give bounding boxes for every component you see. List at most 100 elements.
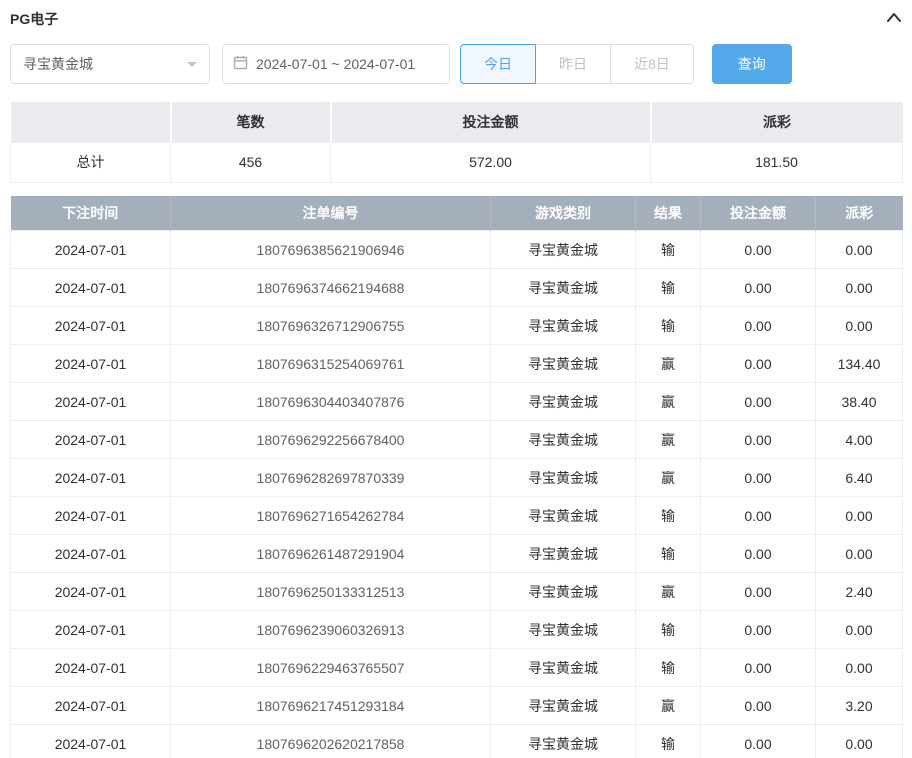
- summary-header-count: 笔数: [171, 102, 331, 142]
- bet-amount-cell: 0.00: [701, 383, 816, 421]
- table-row: 2024-07-011807696229463765507寻宝黄金城输0.000…: [11, 649, 903, 687]
- page-title: PG电子: [10, 9, 58, 29]
- summary-total-row: 总计 456 572.00 181.50: [11, 142, 903, 182]
- result-cell: 赢: [636, 421, 701, 459]
- order-number-cell: 1807696229463765507: [171, 649, 491, 687]
- summary-header-empty: [11, 102, 171, 142]
- bet-time-cell: 2024-07-01: [11, 573, 171, 611]
- order-number-cell: 1807696326712906755: [171, 307, 491, 345]
- table-row: 2024-07-011807696374662194688寻宝黄金城输0.000…: [11, 269, 903, 307]
- result-cell: 赢: [636, 687, 701, 725]
- summary-header-bet-amount: 投注金额: [331, 102, 651, 142]
- order-number-cell: 1807696374662194688: [171, 269, 491, 307]
- today-button[interactable]: 今日: [460, 44, 536, 84]
- summary-count-value: 456: [171, 142, 331, 182]
- game-select[interactable]: 寻宝黄金城: [10, 44, 210, 84]
- table-row: 2024-07-011807696315254069761寻宝黄金城赢0.001…: [11, 345, 903, 383]
- payout-cell: 0.00: [816, 725, 903, 758]
- payout-cell: 38.40: [816, 383, 903, 421]
- bet-amount-cell: 0.00: [701, 459, 816, 497]
- bet-amount-cell: 0.00: [701, 573, 816, 611]
- bet-amount-cell: 0.00: [701, 535, 816, 573]
- quick-date-button-group: 今日 昨日 近8日: [460, 44, 694, 84]
- bet-amount-cell: 0.00: [701, 421, 816, 459]
- summary-total-label: 总计: [11, 142, 171, 182]
- game-type-cell: 寻宝黄金城: [491, 231, 636, 269]
- game-type-cell: 寻宝黄金城: [491, 383, 636, 421]
- date-range-picker[interactable]: 2024-07-01 ~ 2024-07-01: [222, 44, 450, 84]
- bet-time-cell: 2024-07-01: [11, 269, 171, 307]
- summary-header-payout: 派彩: [651, 102, 903, 142]
- bet-amount-cell: 0.00: [701, 345, 816, 383]
- game-type-cell: 寻宝黄金城: [491, 345, 636, 383]
- payout-cell: 0.00: [816, 307, 903, 345]
- order-number-cell: 1807696271654262784: [171, 497, 491, 535]
- chevron-up-icon: [886, 10, 902, 28]
- bet-records-table: 下注时间注单编号游戏类别结果投注金额派彩 2024-07-01180769638…: [10, 196, 903, 758]
- game-select-value: 寻宝黄金城: [23, 54, 93, 74]
- payout-cell: 6.40: [816, 459, 903, 497]
- summary-header-row: 笔数 投注金额 派彩: [11, 102, 903, 142]
- bet-time-cell: 2024-07-01: [11, 383, 171, 421]
- order-number-cell: 1807696202620217858: [171, 725, 491, 758]
- payout-cell: 0.00: [816, 497, 903, 535]
- summary-payout-value: 181.50: [651, 142, 903, 182]
- game-type-cell: 寻宝黄金城: [491, 421, 636, 459]
- game-type-cell: 寻宝黄金城: [491, 269, 636, 307]
- bet-amount-cell: 0.00: [701, 231, 816, 269]
- game-type-cell: 寻宝黄金城: [491, 459, 636, 497]
- collapse-button[interactable]: [886, 10, 902, 28]
- table-row: 2024-07-011807696239060326913寻宝黄金城输0.000…: [11, 611, 903, 649]
- bet-table-header-row: 下注时间注单编号游戏类别结果投注金额派彩: [11, 196, 903, 231]
- order-number-cell: 1807696217451293184: [171, 687, 491, 725]
- last-8-days-button[interactable]: 近8日: [610, 44, 694, 84]
- yesterday-button[interactable]: 昨日: [535, 44, 611, 84]
- bet-time-cell: 2024-07-01: [11, 611, 171, 649]
- result-cell: 输: [636, 307, 701, 345]
- result-cell: 输: [636, 611, 701, 649]
- result-cell: 输: [636, 535, 701, 573]
- payout-cell: 0.00: [816, 535, 903, 573]
- bet-time-cell: 2024-07-01: [11, 497, 171, 535]
- game-type-cell: 寻宝黄金城: [491, 573, 636, 611]
- result-cell: 输: [636, 649, 701, 687]
- column-header: 注单编号: [171, 196, 491, 231]
- result-cell: 赢: [636, 383, 701, 421]
- bet-amount-cell: 0.00: [701, 687, 816, 725]
- payout-cell: 0.00: [816, 649, 903, 687]
- bet-table-body: 2024-07-011807696385621906946寻宝黄金城输0.000…: [11, 231, 903, 758]
- game-type-cell: 寻宝黄金城: [491, 687, 636, 725]
- panel-header: PG电子: [10, 6, 902, 32]
- column-header: 游戏类别: [491, 196, 636, 231]
- result-cell: 输: [636, 725, 701, 758]
- table-row: 2024-07-011807696385621906946寻宝黄金城输0.000…: [11, 231, 903, 269]
- order-number-cell: 1807696250133312513: [171, 573, 491, 611]
- bet-amount-cell: 0.00: [701, 269, 816, 307]
- bet-time-cell: 2024-07-01: [11, 231, 171, 269]
- table-row: 2024-07-011807696202620217858寻宝黄金城输0.000…: [11, 725, 903, 758]
- payout-cell: 0.00: [816, 231, 903, 269]
- order-number-cell: 1807696304403407876: [171, 383, 491, 421]
- search-button[interactable]: 查询: [712, 44, 792, 84]
- order-number-cell: 1807696261487291904: [171, 535, 491, 573]
- bet-time-cell: 2024-07-01: [11, 345, 171, 383]
- bet-time-cell: 2024-07-01: [11, 459, 171, 497]
- result-cell: 赢: [636, 345, 701, 383]
- bet-amount-cell: 0.00: [701, 611, 816, 649]
- result-cell: 输: [636, 231, 701, 269]
- result-cell: 输: [636, 269, 701, 307]
- game-type-cell: 寻宝黄金城: [491, 649, 636, 687]
- order-number-cell: 1807696385621906946: [171, 231, 491, 269]
- column-header: 派彩: [816, 196, 903, 231]
- table-row: 2024-07-011807696304403407876寻宝黄金城赢0.003…: [11, 383, 903, 421]
- bet-time-cell: 2024-07-01: [11, 307, 171, 345]
- pg-panel: PG电子 寻宝黄金城 2024-07-01 ~ 2024-07-01 今日 昨日…: [0, 0, 912, 758]
- game-type-cell: 寻宝黄金城: [491, 611, 636, 649]
- result-cell: 赢: [636, 459, 701, 497]
- game-type-cell: 寻宝黄金城: [491, 535, 636, 573]
- order-number-cell: 1807696315254069761: [171, 345, 491, 383]
- bet-time-cell: 2024-07-01: [11, 725, 171, 758]
- order-number-cell: 1807696282697870339: [171, 459, 491, 497]
- filter-bar: 寻宝黄金城 2024-07-01 ~ 2024-07-01 今日 昨日 近8日 …: [10, 44, 902, 84]
- table-row: 2024-07-011807696250133312513寻宝黄金城赢0.002…: [11, 573, 903, 611]
